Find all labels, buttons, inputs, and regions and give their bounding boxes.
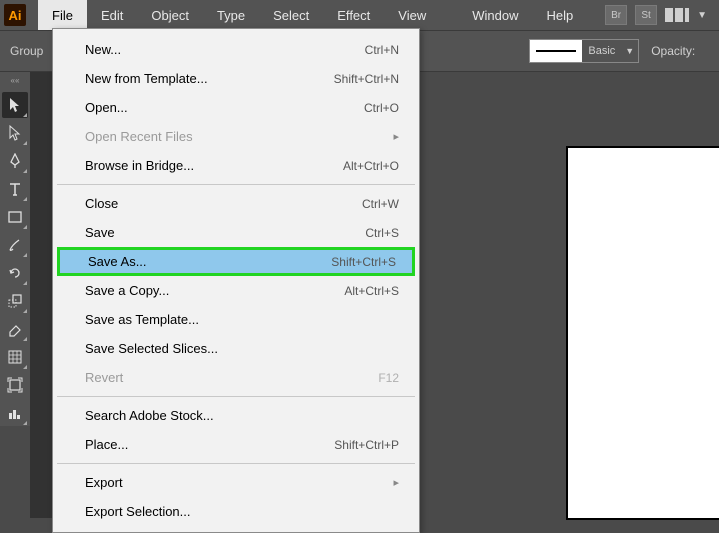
menu-type[interactable]: Type (203, 0, 259, 30)
doc-tab-strip (30, 72, 52, 518)
panel-handle-icon[interactable]: «« (5, 76, 25, 85)
menu-close[interactable]: CloseCtrl+W (53, 189, 419, 218)
artboard-tool[interactable] (2, 372, 28, 398)
file-menu-dropdown: New...Ctrl+N New from Template...Shift+C… (52, 28, 420, 533)
menu-window[interactable]: Window (458, 0, 532, 30)
stroke-style-selector[interactable]: Basic ▼ (529, 39, 639, 63)
paintbrush-tool[interactable] (2, 232, 28, 258)
rectangle-tool[interactable] (2, 204, 28, 230)
workspace-switcher-icon[interactable] (665, 8, 689, 22)
eraser-tool[interactable] (2, 316, 28, 342)
menu-save-as[interactable]: Save As...Shift+Ctrl+S (57, 247, 415, 276)
menu-separator (57, 184, 415, 185)
menu-open[interactable]: Open...Ctrl+O (53, 93, 419, 122)
selection-tool[interactable] (2, 92, 28, 118)
menu-save-as-template[interactable]: Save as Template... (53, 305, 419, 334)
menu-new-from-template[interactable]: New from Template...Shift+Ctrl+N (53, 64, 419, 93)
direct-selection-tool[interactable] (2, 120, 28, 146)
menu-new[interactable]: New...Ctrl+N (53, 35, 419, 64)
menu-browse-in-bridge[interactable]: Browse in Bridge...Alt+Ctrl+O (53, 151, 419, 180)
chevron-down-icon[interactable]: ▼ (697, 10, 707, 21)
menu-place[interactable]: Place...Shift+Ctrl+P (53, 430, 419, 459)
graph-tool[interactable] (2, 400, 28, 426)
menu-export[interactable]: Export▸ (53, 468, 419, 497)
menu-separator (57, 396, 415, 397)
menu-help[interactable]: Help (532, 0, 587, 30)
menu-save-a-copy[interactable]: Save a Copy...Alt+Ctrl+S (53, 276, 419, 305)
stock-badge[interactable]: St (635, 5, 657, 25)
menu-save[interactable]: SaveCtrl+S (53, 218, 419, 247)
menu-effect[interactable]: Effect (323, 0, 384, 30)
bridge-badge[interactable]: Br (605, 5, 627, 25)
canvas-area (420, 72, 719, 518)
mesh-tool[interactable] (2, 344, 28, 370)
chevron-down-icon[interactable]: ▼ (621, 46, 638, 56)
menu-separator (57, 463, 415, 464)
stroke-style-label: Basic (582, 45, 621, 57)
tools-panel: «« (0, 72, 30, 426)
menu-export-selection[interactable]: Export Selection... (53, 497, 419, 526)
menu-object[interactable]: Object (137, 0, 203, 30)
selection-label: Group (10, 44, 43, 58)
menu-revert[interactable]: RevertF12 (53, 363, 419, 392)
menu-select[interactable]: Select (259, 0, 323, 30)
stroke-preview (530, 40, 582, 62)
opacity-label: Opacity: (651, 44, 695, 58)
submenu-arrow-icon: ▸ (393, 476, 399, 489)
menu-file[interactable]: File (38, 0, 87, 30)
menu-view[interactable]: View (384, 0, 440, 30)
menubar: Ai File Edit Object Type Select Effect V… (0, 0, 719, 30)
menubar-right: Br St ▼ (605, 5, 719, 25)
scale-tool[interactable] (2, 288, 28, 314)
rotate-tool[interactable] (2, 260, 28, 286)
menu-open-recent[interactable]: Open Recent Files▸ (53, 122, 419, 151)
menu-search-adobe-stock[interactable]: Search Adobe Stock... (53, 401, 419, 430)
menu-save-selected-slices[interactable]: Save Selected Slices... (53, 334, 419, 363)
submenu-arrow-icon: ▸ (393, 130, 399, 143)
app-logo: Ai (4, 4, 26, 26)
artboard[interactable] (568, 148, 719, 518)
menu-edit[interactable]: Edit (87, 0, 137, 30)
type-tool[interactable] (2, 176, 28, 202)
pen-tool[interactable] (2, 148, 28, 174)
